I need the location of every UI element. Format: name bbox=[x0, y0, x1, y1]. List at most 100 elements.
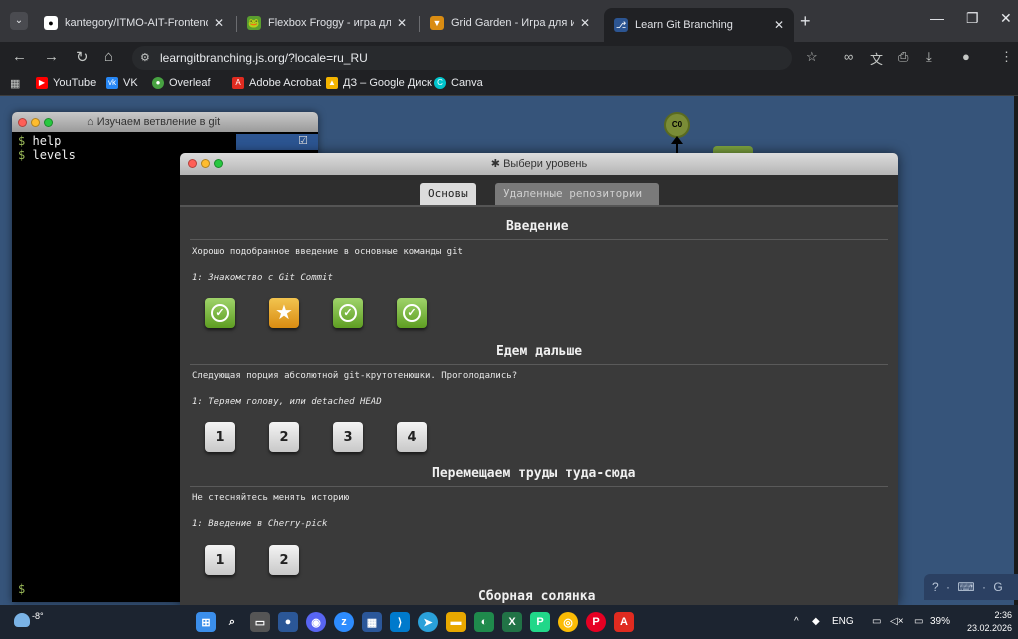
tab-title: Grid Garden - Игра для изучен bbox=[451, 17, 574, 29]
back-icon[interactable]: ← bbox=[12, 48, 27, 65]
close-tab-icon[interactable]: ✕ bbox=[774, 18, 784, 32]
weather-temp: -8° bbox=[32, 611, 44, 621]
google-drive-icon: ▲ bbox=[326, 77, 338, 89]
restore-icon[interactable]: ❐ bbox=[966, 10, 979, 27]
maximize-dot-icon[interactable] bbox=[44, 117, 53, 127]
weather-widget[interactable]: -8° bbox=[14, 611, 52, 633]
level-button[interactable]: 3 bbox=[333, 422, 363, 452]
bookmark-acrobat[interactable]: A Adobe Acrobat bbox=[232, 77, 321, 89]
close-tab-icon[interactable]: ✕ bbox=[214, 16, 224, 30]
profile-avatar-icon[interactable]: ● bbox=[962, 49, 970, 64]
translate-icon[interactable]: 文 bbox=[870, 49, 883, 68]
level-button[interactable]: ✓ bbox=[205, 298, 235, 328]
browser-tab-active[interactable]: ⎇ Learn Git Branching ✕ bbox=[604, 8, 794, 42]
tabs-divider bbox=[180, 205, 898, 207]
close-window-icon[interactable]: ✕ bbox=[1000, 10, 1012, 27]
bookmark-label: Overleaf bbox=[169, 77, 211, 89]
minimize-icon[interactable]: — bbox=[930, 10, 944, 26]
tab-search-button[interactable]: ⌄ bbox=[10, 12, 28, 30]
start-icon[interactable]: ⊞ bbox=[196, 612, 216, 632]
print-icon[interactable]: ⎙ bbox=[898, 49, 908, 65]
show-hidden-icons[interactable]: ^ bbox=[794, 616, 799, 627]
star-icon: ★ bbox=[275, 302, 293, 324]
terminal-input-prompt[interactable]: $ bbox=[18, 582, 25, 596]
commit-node[interactable]: C0 bbox=[664, 112, 690, 138]
download-icon[interactable]: ⤓ bbox=[926, 49, 932, 65]
forward-icon[interactable]: → bbox=[44, 48, 59, 65]
tab-remote[interactable]: Удаленные репозитории bbox=[495, 183, 659, 205]
network-icon[interactable]: ▭ bbox=[872, 616, 881, 627]
acrobat-icon[interactable]: A bbox=[614, 612, 634, 632]
level-button[interactable]: 1 bbox=[205, 422, 235, 452]
bookmark-star-icon[interactable]: ☆ bbox=[806, 49, 818, 65]
search-icon[interactable]: ⌕ bbox=[222, 612, 242, 632]
system-clock[interactable]: 2:36 23.02.2026 bbox=[967, 609, 1012, 635]
help-controls[interactable]: ? · ⌨ · G bbox=[924, 574, 1018, 600]
new-tab-button[interactable]: + bbox=[800, 12, 811, 30]
section-current-level: 1: Знакомство с Git Commit bbox=[192, 273, 333, 283]
task-view-icon[interactable]: ▭ bbox=[250, 612, 270, 632]
tab-title: Learn Git Branching bbox=[635, 19, 733, 31]
level-button[interactable]: 4 bbox=[397, 422, 427, 452]
section-description: Хорошо подобранное введение в основные к… bbox=[192, 247, 463, 257]
tab-main[interactable]: Основы bbox=[420, 183, 476, 205]
url-text: learngitbranching.js.org/?locale=ru_RU bbox=[160, 51, 368, 65]
section-title: Введение bbox=[506, 219, 569, 234]
close-dot-icon[interactable] bbox=[188, 159, 197, 168]
menu-kebab-icon[interactable]: ⋮ bbox=[1000, 49, 1013, 65]
vscode-icon[interactable]: ⟩ bbox=[390, 612, 410, 632]
link-icon[interactable]: ∞ bbox=[844, 49, 853, 64]
site-settings-icon[interactable]: ⚙ bbox=[140, 46, 150, 70]
volume-icon[interactable]: ◁× bbox=[890, 616, 904, 627]
file-explorer-icon[interactable]: ▬ bbox=[446, 612, 466, 632]
browser-tab[interactable]: ● kantegory/ITMO-AIT-Frontend ✕ bbox=[34, 8, 234, 38]
bookmark-canva[interactable]: C Canva bbox=[434, 77, 483, 89]
vk-icon: vk bbox=[106, 77, 118, 89]
level-button[interactable]: ★ bbox=[269, 298, 299, 328]
bookmark-overleaf[interactable]: ● Overleaf bbox=[152, 77, 211, 89]
close-dot-icon[interactable] bbox=[18, 117, 27, 127]
maximize-dot-icon[interactable] bbox=[214, 159, 223, 168]
apps-grid-icon[interactable]: ▦ bbox=[10, 77, 20, 90]
terminal-titlebar[interactable]: ⌂ Изучаем ветвление в git bbox=[12, 112, 318, 132]
level-button[interactable]: ✓ bbox=[333, 298, 363, 328]
prompt-symbol: $ bbox=[18, 134, 26, 148]
chrome-icon[interactable]: ◎ bbox=[558, 612, 578, 632]
bookmark-label: VK bbox=[123, 77, 138, 89]
dialog-title: ✱ Выбери уровень bbox=[490, 158, 588, 170]
home-icon[interactable]: ⌂ bbox=[104, 48, 113, 65]
zoom-icon[interactable]: z bbox=[334, 612, 354, 632]
acrobat-icon: A bbox=[232, 77, 244, 89]
reload-icon[interactable]: ↻ bbox=[76, 48, 89, 66]
excel-icon[interactable]: X bbox=[502, 612, 522, 632]
pycharm-icon[interactable]: P bbox=[530, 612, 550, 632]
browser-tab[interactable]: ▼ Grid Garden - Игра для изучен ✕ bbox=[420, 8, 600, 38]
level-button[interactable]: 1 bbox=[205, 545, 235, 575]
section-divider bbox=[190, 239, 888, 240]
weather-icon bbox=[14, 613, 30, 627]
discord-icon[interactable]: ◉ bbox=[306, 612, 326, 632]
address-bar[interactable]: ⚙ learngitbranching.js.org/?locale=ru_RU bbox=[132, 46, 792, 70]
app-icon[interactable]: ● bbox=[278, 612, 298, 632]
store-icon[interactable]: ▦ bbox=[362, 612, 382, 632]
tray-app-icon[interactable]: ◆ bbox=[812, 616, 820, 627]
battery-icon[interactable]: ▭ bbox=[914, 616, 923, 627]
level-button[interactable]: 2 bbox=[269, 545, 299, 575]
bookmark-vk[interactable]: vk VK bbox=[106, 77, 138, 89]
minimize-dot-icon[interactable] bbox=[201, 159, 210, 168]
bookmark-google-drive[interactable]: ▲ ДЗ – Google Диск bbox=[326, 77, 432, 89]
close-tab-icon[interactable]: ✕ bbox=[397, 16, 407, 30]
telegram-icon[interactable]: ➤ bbox=[418, 612, 438, 632]
minimize-dot-icon[interactable] bbox=[31, 117, 40, 127]
level-button[interactable]: 2 bbox=[269, 422, 299, 452]
browser-toolbar: ← → ↻ ⌂ ⚙ learngitbranching.js.org/?loca… bbox=[0, 42, 1018, 74]
input-language[interactable]: ENG bbox=[832, 616, 854, 627]
browser-tab[interactable]: 🐸 Flexbox Froggy - игра для изуч ✕ bbox=[237, 8, 417, 38]
level-button[interactable]: ✓ bbox=[397, 298, 427, 328]
section-current-level: 1: Теряем голову, или detached HEAD bbox=[192, 397, 382, 407]
bookmark-youtube[interactable]: ▶ YouTube bbox=[36, 77, 96, 89]
pinterest-icon[interactable]: P bbox=[586, 612, 606, 632]
close-tab-icon[interactable]: ✕ bbox=[580, 16, 590, 30]
clock-time: 2:36 bbox=[994, 610, 1012, 620]
app-icon[interactable]: ◐ bbox=[474, 612, 494, 632]
